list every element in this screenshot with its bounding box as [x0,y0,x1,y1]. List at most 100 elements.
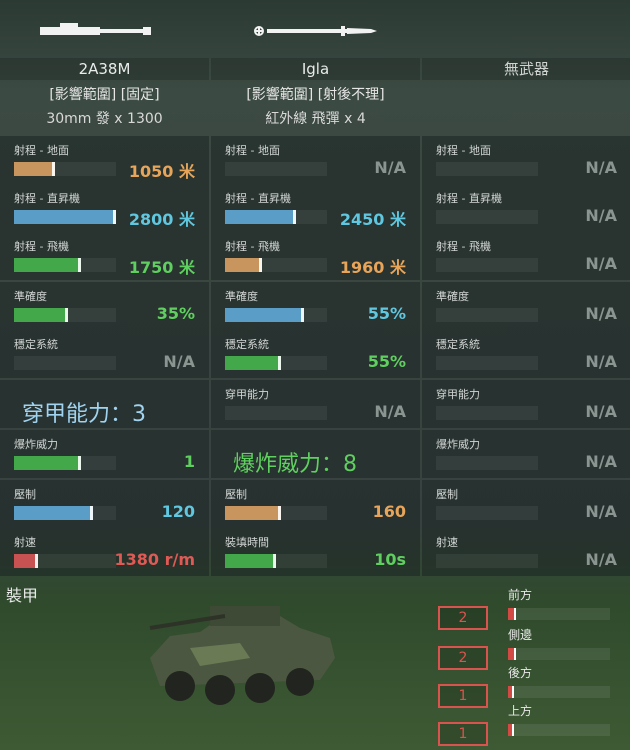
stat-value: 120 [161,502,195,521]
stat-cell: 裝填時間 10s [211,528,420,576]
stat-label: 穿甲能力 [225,388,269,401]
stat-cell: 射速 1380 r/m [0,528,209,576]
armor-bar-fill [508,608,517,620]
stat-cell: 射速 N/A [422,528,630,576]
stat-bar-fill [225,258,262,272]
stat-cell: 穩定系統 55% [211,330,420,378]
stat-cell: 射程 - 直昇機 2450 米 [211,184,420,232]
stat-cell: 射程 - 地面 1050 米 [0,136,209,184]
armor-title: 裝甲 [6,586,39,605]
stat-bar-fill [14,210,116,224]
stat-bar [436,506,538,520]
armor-bar [508,724,610,736]
armor-bar [508,648,610,660]
stat-cell: 準確度 35% [0,282,209,330]
stat-bar [14,356,116,370]
armor-bar-fill [508,724,515,736]
weapon-name: 無武器 [422,58,630,80]
stat-cell: 射程 - 直昇機 2800 米 [0,184,209,232]
stat-label: 射程 - 飛機 [14,240,69,253]
stat-cell: 穿甲能力 N/A [422,380,630,428]
stat-label: 壓制 [436,488,458,501]
stat-cell: 射程 - 飛機 1960 米 [211,232,420,280]
stat-cell: 準確度 N/A [422,282,630,330]
stat-label: 準確度 [14,290,47,303]
missile-icon [254,26,377,36]
stat-bar-fill [225,554,276,568]
stat-cell: 射程 - 飛機 1750 米 [0,232,209,280]
stat-value: N/A [374,402,406,421]
stat-value: N/A [585,502,617,521]
stat-value: 35% [156,304,195,323]
stat-value: N/A [374,158,406,177]
stat-bar-fill [225,356,282,370]
stat-value: N/A [163,352,195,371]
stat-bar [14,308,116,322]
stat-value: N/A [585,158,617,177]
armor-bar-fill [508,686,515,698]
armor-label: 側邊 [508,628,533,642]
stat-value: N/A [585,550,617,569]
stat-value: 10s [374,550,406,569]
stat-value: 1050 米 [128,162,195,181]
armor-row: 1 後方 [438,664,628,708]
stat-value: N/A [585,304,617,323]
stat-cell: 穩定系統 N/A [0,330,209,378]
armor-bar [508,608,610,620]
stat-value: N/A [585,452,617,471]
stat-label: 壓制 [14,488,36,501]
weapon-name: 2A38M [0,58,209,80]
stat-bar [14,456,116,470]
armor-bar [508,686,610,698]
stat-bar-fill [14,506,93,520]
stat-value: 1380 r/m [114,550,195,569]
stat-label: 準確度 [436,290,469,303]
stat-cell: 穿甲能力 N/A [211,380,420,428]
stat-bar [225,406,327,420]
stat-cell: 穩定系統 N/A [422,330,630,378]
weapon-name: Igla [211,58,420,80]
stat-bar-fill [225,308,304,322]
stat-label: 準確度 [225,290,258,303]
stat-bar [14,162,116,176]
stat-label: 射速 [436,536,458,549]
stat-bar [436,406,538,420]
stat-label: 射程 - 飛機 [436,240,491,253]
stat-cell: 爆炸威力 1 [0,430,209,478]
stat-bar-fill [14,162,55,176]
stat-bar [14,210,116,224]
stat-highlight-text: 穿甲能力：3 [22,402,146,427]
stat-bar [436,308,538,322]
stat-cell: 射程 - 地面 N/A [211,136,420,184]
stat-cell: 射程 - 地面 N/A [422,136,630,184]
stat-bar [436,356,538,370]
stat-bar-fill [14,456,82,470]
stat-bar-fill [14,308,69,322]
stat-label: 射程 - 地面 [14,144,69,157]
stat-label: 射速 [14,536,36,549]
armor-bar-fill [508,648,517,660]
stat-bar-fill [225,506,282,520]
stat-label: 穩定系統 [225,338,269,351]
stat-label: 射程 - 直昇機 [14,192,80,205]
stat-cell: 射程 - 直昇機 N/A [422,184,630,232]
stat-bar [436,456,538,470]
stat-value: N/A [585,206,617,225]
stat-bar-fill [225,210,297,224]
stat-label: 爆炸威力 [14,438,58,451]
stat-value: 2800 米 [128,210,195,229]
stat-bar-fill [14,554,39,568]
stat-label: 射程 - 直昇機 [225,192,291,205]
armor-section: 裝甲 2 前方 2 側邊 1 後方 1 上方 [0,578,630,750]
stat-cell: 壓制 N/A [422,480,630,528]
stat-bar [225,356,327,370]
stat-label: 穩定系統 [436,338,480,351]
stat-bar [436,258,538,272]
stat-label: 穩定系統 [14,338,58,351]
armor-value-box: 1 [438,722,488,746]
stat-label: 射程 - 飛機 [225,240,280,253]
stat-value: N/A [585,254,617,273]
stat-highlight-text: 爆炸威力：8 [233,452,357,477]
stat-value: 55% [367,304,406,323]
stat-label: 射程 - 地面 [225,144,280,157]
